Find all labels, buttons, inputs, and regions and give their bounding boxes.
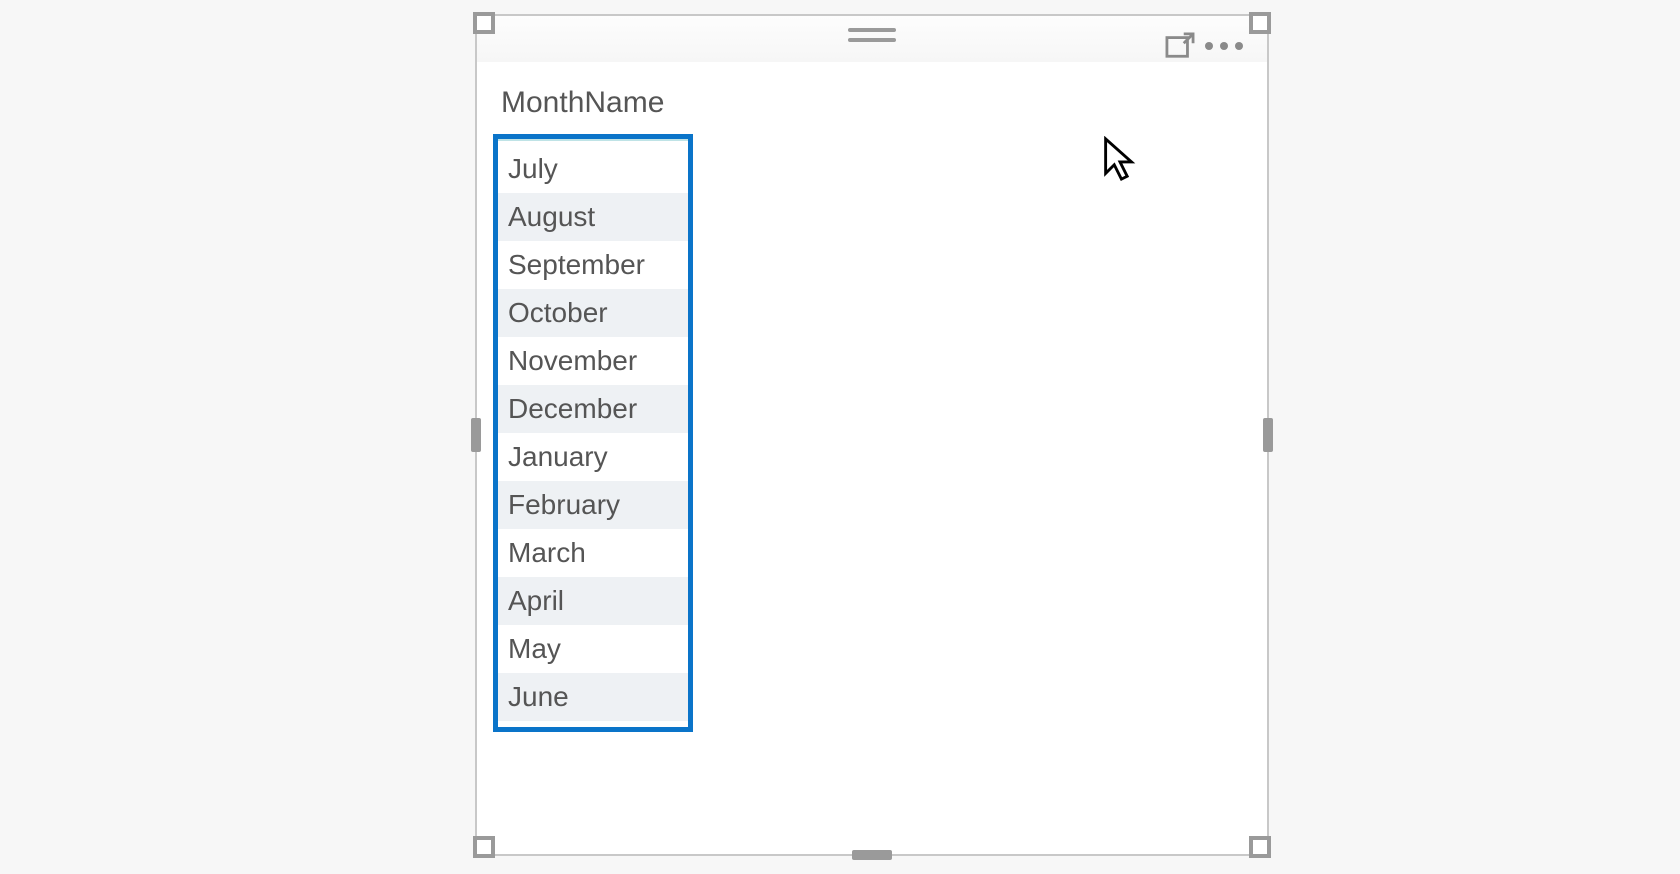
mouse-cursor-icon [1102,136,1138,182]
column-header-monthname[interactable]: MonthName [501,86,664,120]
table-visual-frame[interactable]: MonthName July August September October … [475,14,1269,856]
table-cell[interactable]: September [498,241,688,289]
highlighted-column-box: July August September October November D… [493,134,693,732]
resize-handle-right[interactable] [1263,418,1273,452]
table-cell[interactable]: January [498,433,688,481]
table-cell[interactable]: July [498,145,688,193]
focus-mode-icon[interactable] [1165,32,1195,60]
resize-handle-bottom-left[interactable] [473,836,495,858]
table-cell[interactable]: November [498,337,688,385]
resize-handle-top-right[interactable] [1249,12,1271,34]
table-cell[interactable]: December [498,385,688,433]
resize-handle-top-left[interactable] [473,12,495,34]
table-cell[interactable]: August [498,193,688,241]
table-cell[interactable]: June [498,673,688,721]
table-cell[interactable]: May [498,625,688,673]
table-cell[interactable]: February [498,481,688,529]
more-options-icon[interactable] [1203,32,1245,60]
header-underline [498,139,688,141]
drag-grip-icon[interactable] [848,28,896,42]
resize-handle-bottom[interactable] [852,850,892,860]
table-cell[interactable]: April [498,577,688,625]
resize-handle-bottom-right[interactable] [1249,836,1271,858]
table-cell[interactable]: October [498,289,688,337]
resize-handle-left[interactable] [471,418,481,452]
table-cell[interactable]: March [498,529,688,577]
